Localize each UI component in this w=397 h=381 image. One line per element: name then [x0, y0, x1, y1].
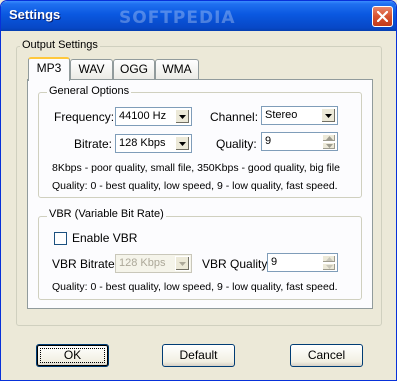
quality-up-button[interactable]: [322, 134, 336, 142]
chevron-down-icon: [179, 115, 186, 119]
watermark: SOFTPEDIA: [119, 8, 236, 28]
vbr-quality-hint: Quality: 0 - best quality, low speed, 9 …: [52, 281, 338, 293]
frequency-value: 44100 Hz: [119, 110, 167, 122]
settings-window: Settings SOFTPEDIA Output Settings MP3 W…: [0, 0, 397, 381]
ok-button-label: OK: [63, 348, 82, 362]
bitrate-value: 128 Kbps: [119, 137, 166, 149]
ok-button[interactable]: OK: [36, 344, 109, 367]
general-options-label: General Options: [47, 85, 132, 97]
bitrate-dropdown-button[interactable]: [175, 136, 190, 151]
vbr-group-label: VBR (Variable Bit Rate): [47, 208, 166, 220]
channel-dropdown-button[interactable]: [321, 108, 336, 123]
vbr-bitrate-select[interactable]: 128 Kbps: [115, 254, 192, 273]
chevron-up-icon: [326, 136, 333, 140]
close-button[interactable]: [372, 6, 393, 27]
frequency-select[interactable]: 44100 Hz: [115, 107, 192, 126]
vbr-quality-label: VBR Quality:: [202, 257, 271, 271]
vbr-bitrate-dropdown-button[interactable]: [175, 256, 190, 271]
quality-value: 9: [265, 135, 272, 147]
vbr-quality-value: 9: [271, 256, 278, 268]
default-button-label: Default: [179, 348, 218, 362]
enable-vbr-label[interactable]: Enable VBR: [72, 231, 137, 245]
window-title: Settings: [9, 7, 61, 22]
bitrate-label: Bitrate:: [74, 137, 113, 151]
title-bar[interactable]: Settings SOFTPEDIA: [1, 1, 396, 31]
cancel-button-label: Cancel: [307, 348, 346, 362]
mp3-tab-panel: General Options Frequency: 44100 Hz Chan…: [27, 79, 373, 309]
output-settings-label: Output Settings: [20, 39, 100, 51]
chevron-down-icon: [325, 114, 332, 118]
vbr-bitrate-label: VBR Bitrate:: [52, 257, 119, 271]
default-button[interactable]: Default: [162, 344, 235, 367]
channel-label: Channel:: [210, 110, 259, 124]
vbr-quality-spinner[interactable]: 9: [267, 253, 338, 272]
vbr-quality-up-button[interactable]: [322, 255, 336, 263]
bitrate-select[interactable]: 128 Kbps: [115, 134, 192, 153]
chevron-up-icon: [326, 257, 333, 261]
chevron-down-icon: [326, 265, 333, 269]
cancel-button[interactable]: Cancel: [290, 344, 363, 367]
vbr-quality-down-button[interactable]: [322, 263, 336, 271]
enable-vbr-checkbox[interactable]: [54, 232, 67, 245]
tab-ogg[interactable]: OGG: [113, 59, 155, 79]
chevron-down-icon: [179, 262, 186, 266]
tab-mp3[interactable]: MP3: [28, 57, 70, 81]
frequency-label: Frequency:: [54, 110, 115, 124]
frequency-dropdown-button[interactable]: [175, 109, 190, 124]
channel-select[interactable]: Stereo: [261, 106, 338, 125]
tab-wma[interactable]: WMA: [155, 59, 199, 79]
bitrate-hint: 8Kbps - poor quality, small file, 350Kbp…: [52, 162, 340, 174]
quality-down-button[interactable]: [322, 142, 336, 150]
chevron-down-icon: [179, 142, 186, 146]
vbr-bitrate-value: 128 Kbps: [119, 257, 166, 269]
quality-spinner[interactable]: 9: [261, 132, 338, 151]
quality-hint: Quality: 0 - best quality, low speed, 9 …: [52, 180, 338, 192]
channel-value: Stereo: [265, 109, 298, 121]
quality-label: Quality:: [216, 137, 257, 151]
close-icon: [377, 11, 388, 22]
tab-wav[interactable]: WAV: [70, 59, 113, 79]
chevron-down-icon: [326, 144, 333, 148]
